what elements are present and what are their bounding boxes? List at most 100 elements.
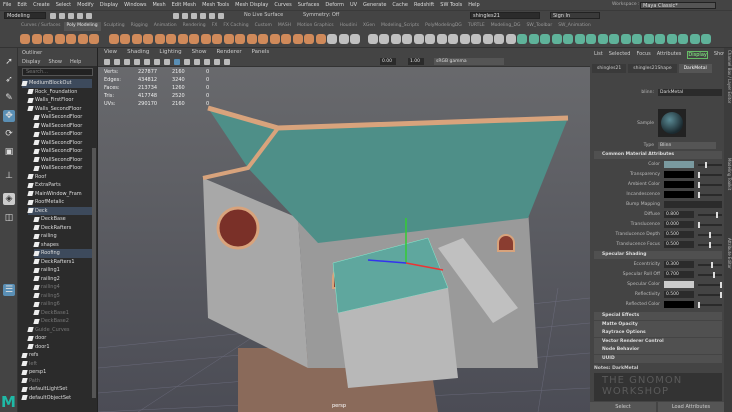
attr-slider[interactable] xyxy=(698,222,722,228)
outliner-menu-item[interactable]: Display xyxy=(22,59,40,65)
shelf-tool-icon[interactable] xyxy=(154,34,165,44)
outliner-item[interactable]: railing1 xyxy=(33,266,92,275)
color-swatch[interactable] xyxy=(664,181,694,188)
mode-select[interactable]: Modeling xyxy=(4,12,46,19)
menu-windows[interactable]: Windows xyxy=(121,2,149,8)
shelf-tab[interactable]: MASH xyxy=(275,22,294,31)
shelf-tool-icon[interactable] xyxy=(413,34,424,44)
slider-handle[interactable] xyxy=(720,292,722,298)
attr-slider[interactable] xyxy=(698,212,722,218)
shelf-tool-icon[interactable] xyxy=(390,34,401,44)
attr-tab[interactable]: List xyxy=(594,51,603,59)
outliner-item[interactable]: ExtraParts xyxy=(27,181,92,190)
value-field[interactable]: 0.800 xyxy=(664,211,694,218)
side-tab[interactable]: Channel Box / Layer Editor xyxy=(724,50,732,103)
shelf-tool-icon[interactable] xyxy=(425,34,435,44)
workspace-select[interactable]: Maya Classic* xyxy=(640,2,716,9)
outliner-item[interactable]: WallSecondFloor xyxy=(33,130,92,139)
shelf-tool-icon[interactable] xyxy=(189,34,199,44)
shelf-tab[interactable]: Curves / Surfaces xyxy=(18,22,64,31)
shelf-tool-icon[interactable] xyxy=(269,34,280,44)
gamma-field[interactable]: 1.00 xyxy=(408,58,424,65)
shelf-tab[interactable]: Modeling_DG xyxy=(488,22,524,31)
menu-edit[interactable]: Edit xyxy=(14,2,30,8)
shelf-tool-icon[interactable] xyxy=(131,34,142,44)
select-tool-icon[interactable]: ➚ xyxy=(3,56,15,68)
shelf-tab[interactable]: Custom xyxy=(252,22,275,31)
menu-mesh-display[interactable]: Mesh Display xyxy=(232,2,271,8)
attr-slider[interactable] xyxy=(698,182,722,188)
shelf-tool-icon[interactable] xyxy=(586,34,596,44)
outliner-item[interactable]: door1 xyxy=(27,343,92,352)
slider-handle[interactable] xyxy=(698,192,700,198)
shelf-tab[interactable]: Houdini xyxy=(337,22,360,31)
slider-handle[interactable] xyxy=(704,162,707,168)
section-node-behavior[interactable]: Node Behavior xyxy=(594,346,722,354)
outliner-item[interactable]: Walls_SecondFloor xyxy=(27,105,92,114)
outliner-item[interactable]: DeckBase1 xyxy=(33,309,92,318)
slider-handle[interactable] xyxy=(720,282,722,288)
outliner-item[interactable]: DeckBase2 xyxy=(33,317,92,326)
attr-slider[interactable] xyxy=(698,302,722,308)
outliner-menu-item[interactable]: Show xyxy=(48,59,62,65)
shelf-tool-icon[interactable] xyxy=(350,34,360,44)
shelf-tool-icon[interactable] xyxy=(666,34,677,44)
shelf-tool-icon[interactable] xyxy=(235,34,245,44)
value-field[interactable]: 0.000 xyxy=(664,221,694,228)
side-tab[interactable]: Modeling Toolkit xyxy=(724,158,732,190)
attr-slider[interactable] xyxy=(698,192,722,198)
shelf-tool-icon[interactable] xyxy=(43,34,53,44)
side-tab[interactable]: Attribute Editor xyxy=(724,238,732,269)
common-section[interactable]: Common Material Attributes xyxy=(594,151,722,159)
attr-slider[interactable] xyxy=(698,282,722,288)
outliner-item[interactable]: WallSecondFloor xyxy=(33,122,92,131)
shelf-tool-icon[interactable] xyxy=(402,34,412,44)
shelf-tool-icon[interactable] xyxy=(258,34,268,44)
viewport-menu-item[interactable]: Shading xyxy=(127,49,149,56)
outliner-item[interactable]: WallSecondFloor xyxy=(33,113,92,122)
shelf-tool-icon[interactable] xyxy=(212,34,222,44)
type-select[interactable]: Blinn xyxy=(658,142,716,149)
outliner-item[interactable]: left xyxy=(21,360,92,369)
outliner-menu-item[interactable]: Help xyxy=(70,59,81,65)
shelf-tab[interactable]: Motion Graphics xyxy=(294,22,337,31)
shelf-tool-icon[interactable] xyxy=(540,34,550,44)
slider-handle[interactable] xyxy=(698,172,700,178)
shelf-tool-icon[interactable] xyxy=(54,34,65,44)
attr-slider[interactable] xyxy=(698,272,722,278)
shelf-tool-icon[interactable] xyxy=(551,34,562,44)
section-matte-opacity[interactable]: Matte Opacity xyxy=(594,320,722,329)
outliner-item[interactable]: WallSecondFloor xyxy=(33,164,92,173)
outliner-item[interactable]: WallSecondFloor xyxy=(33,147,92,156)
live-surface[interactable]: No Live Surface xyxy=(244,12,283,18)
shelf-tool-icon[interactable] xyxy=(367,34,378,44)
outliner-item[interactable]: Walls_FirstFloor xyxy=(27,96,92,105)
attr-tab[interactable]: Attributes xyxy=(657,51,682,59)
lasso-tool-icon[interactable]: ➶ xyxy=(3,74,15,86)
slider-handle[interactable] xyxy=(709,232,711,238)
menu-surfaces[interactable]: Surfaces xyxy=(295,2,323,8)
outliner-item[interactable]: MainWindow_Fram xyxy=(27,190,92,199)
menu-edit-mesh[interactable]: Edit Mesh xyxy=(169,2,199,8)
color-space-select[interactable]: sRGB gamma xyxy=(434,58,504,65)
menu-sw-tools[interactable]: SW Tools xyxy=(437,2,465,8)
shelf-tool-icon[interactable] xyxy=(482,34,493,44)
move-tool-icon[interactable]: ✥ xyxy=(3,110,15,122)
node-tab[interactable]: DarkMetal xyxy=(678,64,712,73)
outliner-item[interactable]: door xyxy=(27,334,92,343)
viewport-menu-item[interactable]: Panels xyxy=(252,49,270,56)
shelf-tab[interactable]: SW_Animation xyxy=(555,22,594,31)
attr-tab[interactable]: Focus xyxy=(636,51,650,59)
outliner-item[interactable]: WallSecondFloor xyxy=(33,156,92,165)
shelf-tab[interactable]: TURTLE xyxy=(465,22,488,31)
node-name-field[interactable]: DarkMetal xyxy=(658,89,722,96)
rotate-tool-icon[interactable]: ⟳ xyxy=(3,128,15,140)
shelf-tool-icon[interactable] xyxy=(89,34,99,44)
bump-map-field[interactable] xyxy=(664,201,722,208)
shelf-tool-icon[interactable] xyxy=(436,34,447,44)
color-swatch[interactable] xyxy=(664,171,694,178)
shelf-tool-icon[interactable] xyxy=(632,34,642,44)
shelf-tool-icon[interactable] xyxy=(315,34,326,44)
shelf-tool-icon[interactable] xyxy=(223,34,234,44)
slider-handle[interactable] xyxy=(698,222,700,228)
